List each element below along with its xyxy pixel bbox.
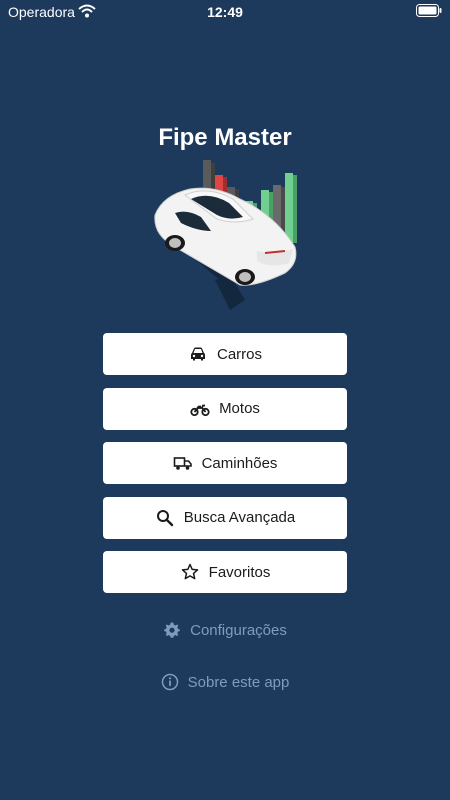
- status-bar: Operadora 12:49: [0, 0, 450, 24]
- app-title: Fipe Master: [158, 124, 292, 151]
- cars-button[interactable]: Carros: [103, 333, 347, 375]
- settings-label: Configurações: [190, 621, 287, 639]
- info-icon: [161, 673, 179, 691]
- trucks-button[interactable]: Caminhões: [103, 442, 347, 484]
- settings-link[interactable]: Configurações: [0, 621, 450, 639]
- gear-icon: [163, 621, 181, 639]
- favorites-button[interactable]: Favoritos: [103, 551, 347, 593]
- about-link[interactable]: Sobre este app: [0, 673, 450, 691]
- advanced-search-label: Busca Avançada: [183, 509, 296, 526]
- favorites-label: Favoritos: [208, 563, 271, 581]
- car-icon: [188, 344, 208, 364]
- trucks-label: Caminhões: [201, 454, 278, 472]
- star-icon: [180, 562, 200, 582]
- motorcycles-label: Motos: [219, 400, 260, 417]
- motorcycle-icon: [190, 399, 210, 419]
- main-menu: Carros Motos Caminhões Busca Avançada Fa…: [103, 333, 347, 606]
- status-time: 12:49: [207, 4, 243, 20]
- hero-illustration: [145, 155, 305, 320]
- motorcycles-button[interactable]: Motos: [103, 387, 347, 430]
- advanced-search-button[interactable]: Busca Avançada: [103, 496, 347, 539]
- cars-label: Carros: [216, 345, 262, 363]
- battery-icon: [416, 4, 442, 17]
- search-icon: [155, 508, 175, 528]
- truck-icon: [173, 453, 193, 473]
- about-label: Sobre este app: [187, 673, 290, 691]
